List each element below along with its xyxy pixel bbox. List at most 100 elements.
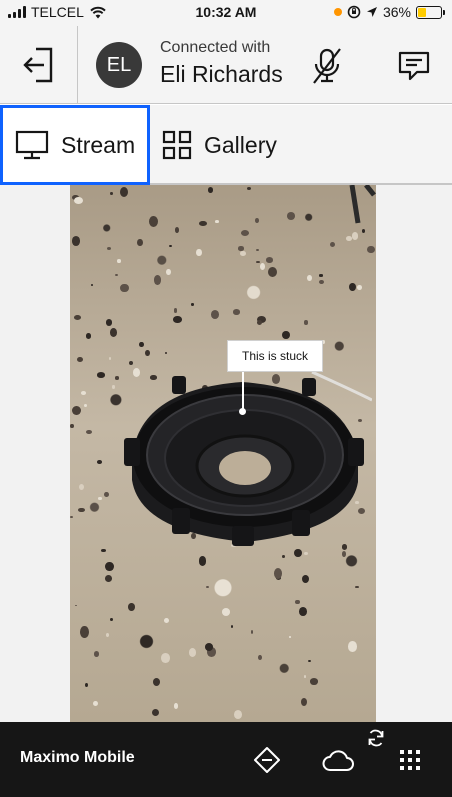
- granite-speckle: [161, 652, 170, 663]
- granite-speckle: [92, 700, 98, 706]
- granite-speckle: [214, 220, 219, 223]
- tab-stream-label: Stream: [61, 131, 136, 158]
- granite-speckle: [72, 405, 82, 415]
- status-right: 36%: [333, 4, 445, 20]
- granite-speckle: [240, 250, 247, 257]
- live-video-feed[interactable]: This is stuck: [70, 185, 376, 722]
- granite-speckle: [85, 333, 92, 339]
- granite-speckle: [105, 632, 109, 637]
- granite-speckle: [207, 186, 213, 193]
- navigation-icon: [254, 747, 280, 773]
- granite-speckle: [355, 585, 360, 589]
- bottom-app-bar: Maximo Mobile: [0, 722, 452, 797]
- granite-speckle: [175, 227, 180, 234]
- tab-gallery[interactable]: Gallery: [162, 105, 322, 185]
- mic-off-icon: [313, 48, 341, 84]
- annotation-pointer: [242, 372, 244, 412]
- granite-speckle: [211, 310, 220, 319]
- granite-speckle: [301, 698, 308, 707]
- granite-speckle: [198, 220, 208, 227]
- granite-speckle: [288, 636, 292, 638]
- granite-speckle: [114, 273, 118, 277]
- granite-speckle: [137, 238, 143, 246]
- chat-button[interactable]: [390, 42, 438, 90]
- granite-speckle: [78, 483, 85, 491]
- granite-speckle: [173, 316, 182, 323]
- navigation-button[interactable]: [247, 740, 287, 780]
- granite-speckle: [101, 549, 106, 553]
- location-icon: [366, 7, 377, 17]
- granite-speckle: [70, 423, 74, 429]
- granite-speckle: [116, 259, 121, 263]
- granite-speckle: [166, 269, 171, 276]
- avatar: EL: [96, 42, 142, 88]
- session-header: EL Connected with Eli Richards: [0, 26, 452, 104]
- granite-speckle: [309, 678, 319, 686]
- app-menu-button[interactable]: [390, 740, 430, 780]
- annotation-label[interactable]: This is stuck: [227, 340, 323, 372]
- granite-speckle: [77, 356, 84, 362]
- granite-speckle: [98, 497, 102, 501]
- granite-speckle: [265, 257, 274, 263]
- granite-speckle: [154, 275, 161, 285]
- granite-speckle: [221, 608, 230, 616]
- granite-speckle: [233, 709, 242, 719]
- granite-speckle: [258, 655, 262, 660]
- battery-percent: 36%: [382, 4, 411, 20]
- granite-speckle: [90, 283, 94, 286]
- granite-speckle: [108, 357, 112, 360]
- granite-speckle: [250, 630, 254, 634]
- granite-speckle: [304, 320, 309, 325]
- granite-speckle: [367, 245, 375, 254]
- granite-speckle: [107, 247, 112, 251]
- granite-speckle: [120, 186, 129, 197]
- tab-gallery-label: Gallery: [204, 131, 277, 158]
- granite-speckle: [267, 266, 277, 277]
- tab-stream[interactable]: Stream: [0, 105, 150, 185]
- battery-icon: [416, 5, 445, 19]
- granite-speckle: [104, 575, 112, 583]
- granite-speckle: [105, 561, 114, 572]
- status-bar: TELCEL 10:32 AM 36%: [0, 0, 452, 26]
- granite-speckle: [299, 606, 307, 616]
- granite-speckle: [78, 507, 85, 513]
- granite-speckle: [247, 186, 252, 190]
- granite-speckle: [74, 315, 81, 320]
- granite-speckle: [307, 275, 312, 281]
- granite-speckle: [231, 625, 234, 629]
- refresh-icon[interactable]: [366, 728, 386, 748]
- granite-speckle: [128, 602, 135, 611]
- granite-speckle: [233, 309, 240, 315]
- granite-speckle: [329, 241, 335, 247]
- granite-speckle: [256, 248, 260, 252]
- granite-speckle: [109, 328, 117, 338]
- exit-session-button[interactable]: [0, 26, 78, 103]
- granite-speckle: [273, 567, 283, 579]
- granite-speckle: [356, 285, 362, 290]
- granite-speckle: [196, 248, 203, 257]
- granite-speckle: [164, 351, 167, 355]
- sync-button[interactable]: [318, 740, 358, 780]
- granite-speckle: [85, 682, 89, 688]
- mute-microphone-button[interactable]: [303, 42, 351, 90]
- granite-speckle: [254, 218, 259, 223]
- granite-speckle: [286, 212, 295, 220]
- granite-speckle: [259, 262, 266, 270]
- granite-speckle: [96, 371, 106, 378]
- granite-speckle: [80, 626, 89, 639]
- granite-speckle: [110, 617, 114, 622]
- granite-speckle: [188, 648, 197, 657]
- annotation-anchor: [239, 408, 246, 415]
- cloud-sync-icon: [322, 750, 354, 771]
- app-name: Maximo Mobile: [20, 749, 135, 766]
- granite-speckle: [255, 260, 260, 263]
- granite-speckle: [149, 215, 159, 227]
- granite-speckle: [152, 708, 160, 716]
- granite-speckle: [110, 191, 113, 195]
- app-grid-icon: [400, 750, 420, 770]
- granite-speckle: [301, 575, 309, 584]
- granite-speckle: [238, 246, 244, 251]
- granite-speckle: [139, 341, 144, 348]
- granite-speckle: [240, 230, 249, 237]
- granite-speckle: [104, 491, 110, 498]
